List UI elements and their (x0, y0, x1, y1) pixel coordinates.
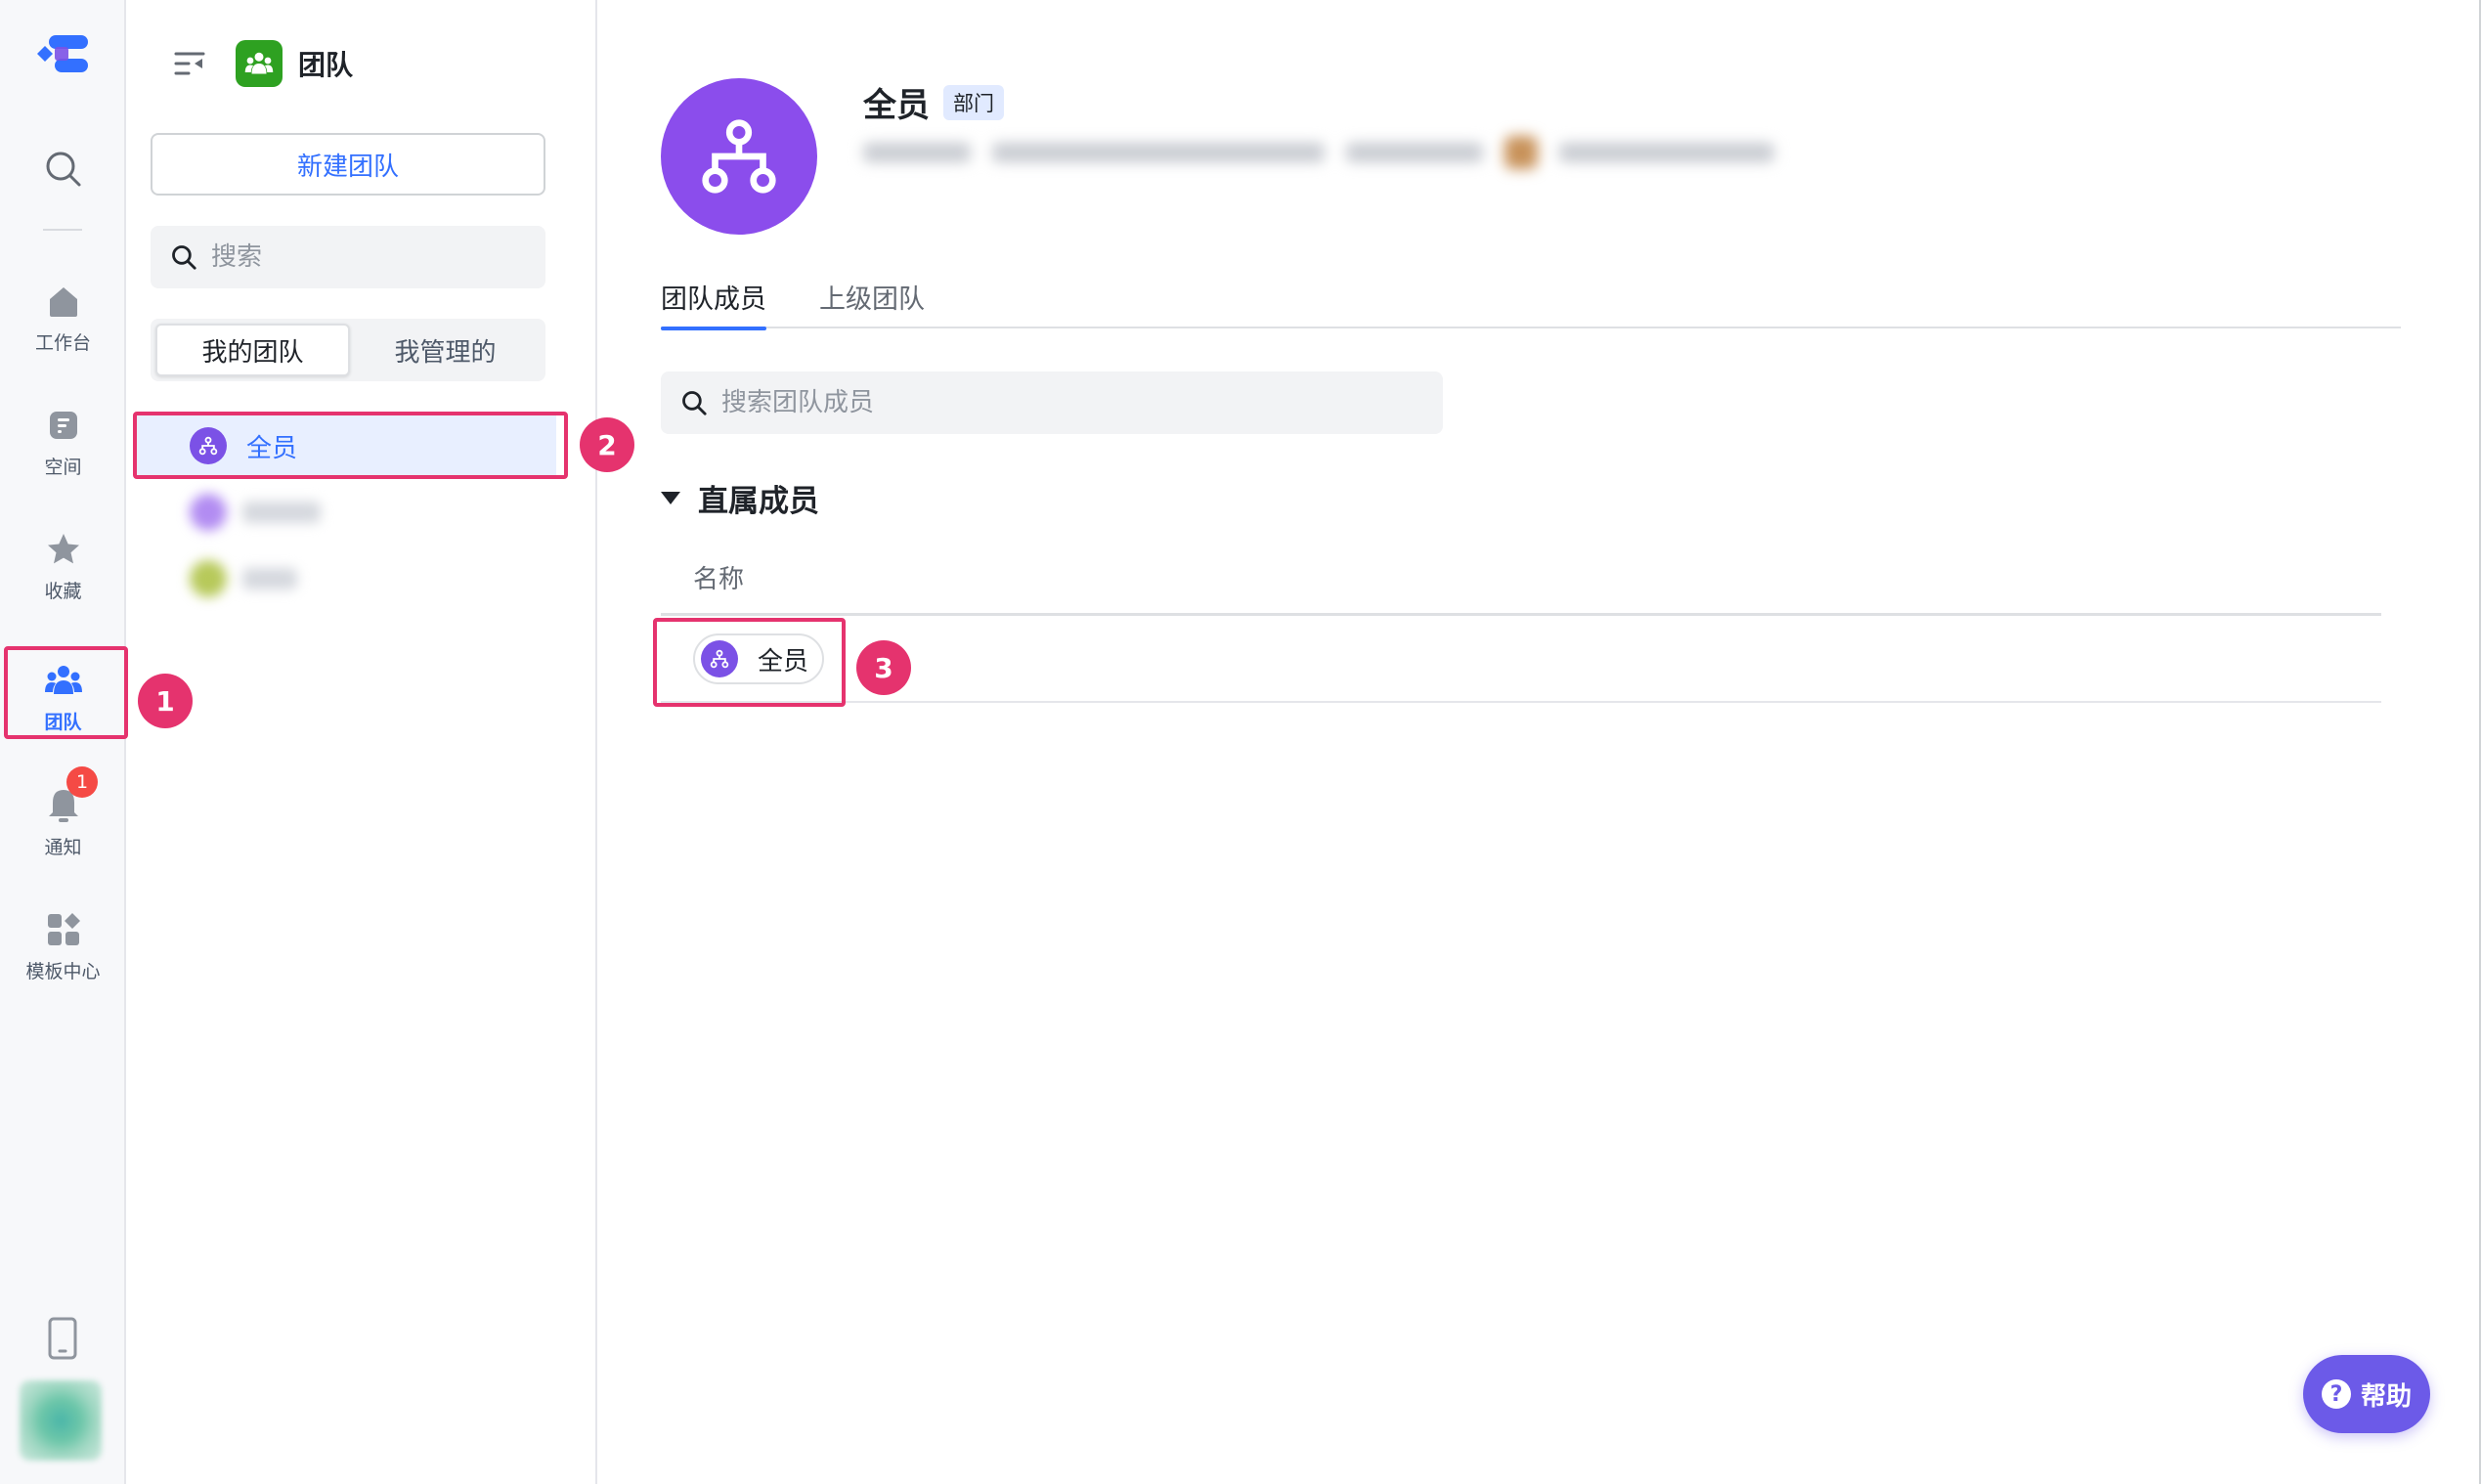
help-button[interactable]: ? 帮助 (2303, 1355, 2430, 1433)
nav-item-favorites[interactable]: 收藏 (0, 512, 126, 620)
column-header-name: 名称 (693, 565, 745, 594)
segment-my-teams[interactable]: 我的团队 (155, 324, 350, 376)
collapse-sidebar-icon[interactable] (173, 47, 206, 80)
team-avatar (190, 560, 227, 597)
team-tabs: 团队成员 上级团队 (661, 264, 2401, 330)
template-icon (47, 912, 80, 945)
question-icon: ? (2321, 1379, 2351, 1409)
team-meta-redacted (863, 133, 1774, 172)
department-icon (701, 640, 738, 677)
nav-item-templates[interactable]: 模板中心 (0, 893, 126, 1000)
help-label: 帮助 (2360, 1381, 2412, 1412)
new-team-button[interactable]: 新建团队 (151, 133, 545, 196)
sidebar-header: 团队 (173, 39, 353, 88)
department-icon (702, 119, 776, 194)
nav-item-label: 通知 (44, 836, 82, 858)
table-row-divider (661, 701, 2381, 703)
team-avatar (661, 78, 817, 235)
nav-item-workbench[interactable]: 工作台 (0, 264, 126, 371)
team-list-item-redacted[interactable] (136, 481, 556, 544)
sidebar-title: 团队 (298, 49, 354, 81)
sidebar-search[interactable] (151, 226, 545, 288)
search-icon (172, 245, 196, 270)
caret-down-icon (661, 491, 680, 504)
nav-item-space[interactable]: 空间 (0, 388, 126, 496)
team-sidebar: 团队 新建团队 我的团队 我管理的 全员 (126, 0, 597, 1484)
search-icon[interactable] (43, 149, 82, 188)
member-chip[interactable]: 全员 (693, 633, 825, 684)
member-search[interactable] (661, 371, 1443, 434)
notification-badge: 1 (66, 766, 98, 798)
table-header-divider (661, 613, 2381, 616)
direct-members-toggle[interactable]: 直属成员 (661, 473, 819, 522)
star-icon (47, 533, 79, 563)
annotation-badge-2: 2 (580, 417, 634, 472)
department-tag: 部门 (943, 84, 1004, 120)
redacted-text (242, 502, 321, 523)
team-filter-segment: 我的团队 我管理的 (151, 319, 545, 381)
search-icon (682, 391, 707, 415)
team-avatar (190, 494, 227, 531)
team-app-icon (236, 40, 283, 87)
section-title: 直属成员 (698, 483, 819, 519)
segment-managed-teams[interactable]: 我管理的 (350, 324, 541, 376)
nav-rail: 工作台 空间 收藏 团队 通知 1 模板中心 (0, 0, 126, 1484)
nav-item-label: 收藏 (44, 580, 82, 602)
nav-item-label: 空间 (44, 456, 82, 478)
department-icon (190, 427, 227, 464)
tab-members[interactable]: 团队成员 (661, 264, 766, 330)
member-search-input[interactable] (721, 388, 1406, 417)
user-avatar[interactable] (20, 1380, 102, 1461)
team-list-item[interactable]: 全员 (136, 415, 556, 477)
team-list-item-redacted[interactable] (136, 547, 556, 610)
annotation-badge-1: 1 (138, 674, 193, 728)
sidebar-search-input[interactable] (211, 242, 524, 272)
rail-divider (43, 229, 82, 231)
nav-item-notifications[interactable]: 通知 (0, 768, 126, 876)
nav-item-label: 工作台 (34, 331, 91, 354)
mobile-icon[interactable] (47, 1316, 78, 1361)
tab-parent-teams[interactable]: 上级团队 (819, 264, 925, 328)
team-detail: 全员 部门 团队成员 上级团队 直属成员 名称 (597, 0, 2481, 1484)
space-icon (49, 411, 77, 439)
nav-item-label: 模板中心 (25, 960, 101, 982)
home-icon (49, 286, 77, 317)
member-chip-label: 全员 (758, 646, 809, 677)
redacted-text (242, 568, 297, 589)
annotation-badge-3: 3 (856, 640, 911, 695)
nav-item-label: 团队 (44, 711, 82, 733)
app-logo[interactable] (35, 33, 90, 74)
team-title: 全员 (863, 86, 930, 125)
team-list-item-label: 全员 (246, 433, 298, 463)
nav-item-team[interactable]: 团队 (0, 643, 126, 751)
team-header: 全员 部门 (863, 78, 1004, 126)
team-icon (44, 665, 82, 694)
